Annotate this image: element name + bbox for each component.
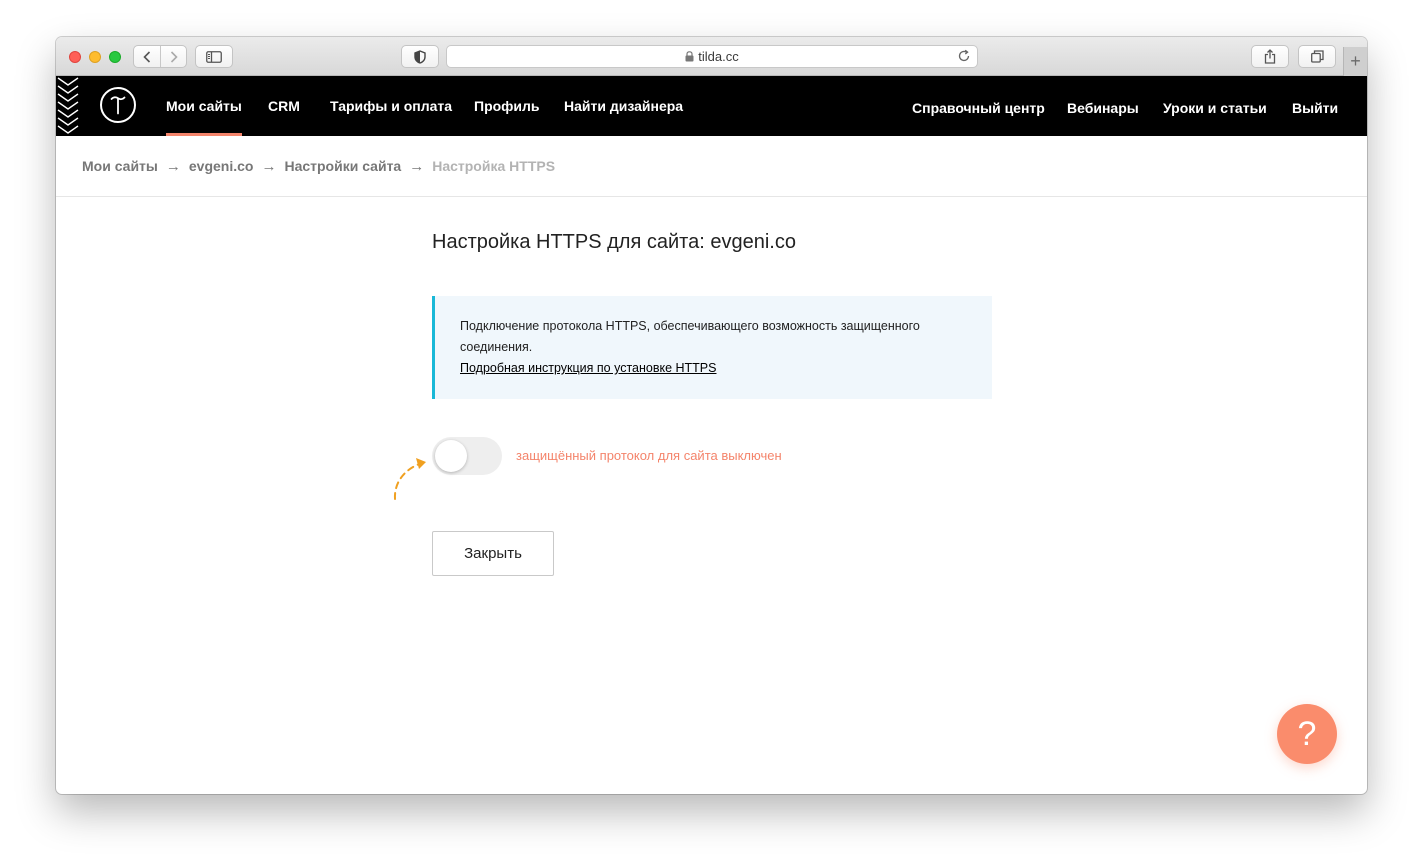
zigzag-decoration-icon [57, 77, 79, 134]
dashed-arrow-icon [393, 458, 426, 500]
question-mark-icon: ? [1297, 714, 1317, 753]
history-navigation [133, 45, 187, 68]
tilda-logo-icon[interactable] [100, 87, 136, 123]
help-button[interactable]: ? [1277, 704, 1337, 764]
breadcrumb-site[interactable]: evgeni.co [189, 158, 254, 174]
header-divider [56, 196, 1367, 197]
browser-window: tilda.cc + Мои сайты CRM Тарифы и оплата… [56, 37, 1367, 794]
close-button[interactable]: Закрыть [432, 531, 554, 576]
url-text: tilda.cc [698, 49, 739, 64]
info-text: Подключение протокола HTTPS, обеспечиваю… [460, 319, 920, 354]
nav-my-sites[interactable]: Мои сайты [166, 76, 242, 136]
nav-profile[interactable]: Профиль [474, 76, 540, 136]
https-status-text: защищённый протокол для сайта выключен [516, 448, 782, 463]
close-window-button[interactable] [69, 51, 81, 63]
toggle-knob [435, 440, 467, 472]
back-button[interactable] [134, 46, 160, 67]
https-instruction-link[interactable]: Подробная инструкция по установке HTTPS [460, 361, 716, 375]
zoom-window-button[interactable] [109, 51, 121, 63]
breadcrumb-my-sites[interactable]: Мои сайты [82, 158, 158, 174]
nav-pricing[interactable]: Тарифы и оплата [330, 76, 452, 136]
show-tabs-button[interactable] [1298, 45, 1336, 68]
share-icon [1264, 49, 1276, 64]
sidebar-toggle-button[interactable] [195, 45, 233, 68]
browser-toolbar: tilda.cc + [56, 37, 1367, 76]
lock-icon [685, 51, 694, 62]
new-tab-button[interactable]: + [1343, 47, 1367, 76]
breadcrumb-site-settings[interactable]: Настройки сайта [284, 158, 401, 174]
nav-find-designer[interactable]: Найти дизайнера [564, 76, 683, 136]
https-toggle[interactable] [432, 437, 502, 475]
chevron-left-icon [143, 50, 151, 63]
share-button[interactable] [1251, 45, 1289, 68]
breadcrumb: Мои сайты → evgeni.co → Настройки сайта … [82, 157, 555, 175]
forward-button[interactable] [160, 46, 186, 67]
minimize-window-button[interactable] [89, 51, 101, 63]
chevron-right-icon [170, 50, 178, 63]
privacy-report-button[interactable] [401, 45, 439, 68]
nav-lessons[interactable]: Уроки и статьи [1163, 78, 1267, 138]
page-title: Настройка HTTPS для сайта: evgeni.co [432, 231, 796, 253]
breadcrumb-arrow-icon: → [409, 157, 425, 175]
sidebar-icon [206, 50, 222, 63]
reload-icon[interactable] [957, 49, 971, 63]
breadcrumb-current: Настройка HTTPS [432, 158, 556, 174]
breadcrumb-arrow-icon: → [165, 157, 181, 175]
shield-icon [414, 49, 426, 64]
address-bar[interactable]: tilda.cc [446, 45, 978, 68]
nav-webinars[interactable]: Вебинары [1067, 78, 1139, 138]
plus-icon: + [1350, 51, 1361, 71]
nav-crm[interactable]: CRM [268, 76, 300, 136]
https-info-box: Подключение протокола HTTPS, обеспечиваю… [432, 296, 992, 399]
tabs-overview-icon [1310, 50, 1324, 63]
nav-logout[interactable]: Выйти [1292, 78, 1338, 138]
breadcrumb-arrow-icon: → [261, 157, 277, 175]
main-navigation: Мои сайты CRM Тарифы и оплата Профиль На… [56, 76, 1367, 136]
nav-help-center[interactable]: Справочный центр [912, 78, 1045, 138]
